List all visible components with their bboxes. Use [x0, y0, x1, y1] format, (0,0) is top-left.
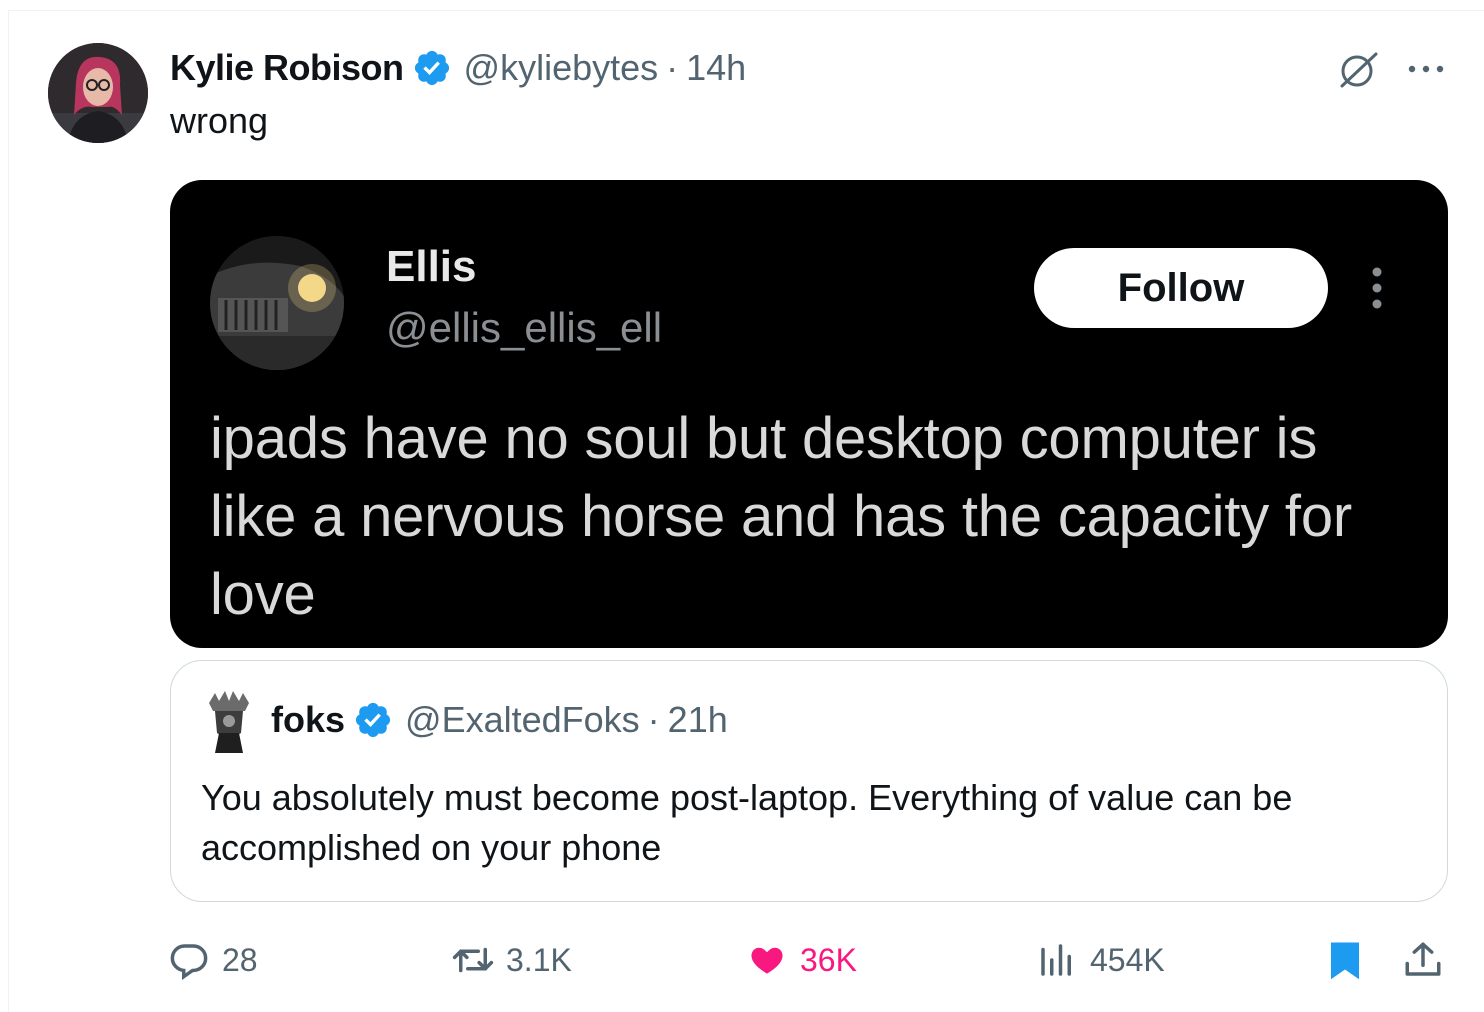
- verified-badge-icon[interactable]: [412, 48, 452, 88]
- quote-verified-badge-icon: [355, 702, 391, 738]
- media-author-name: Ellis: [386, 242, 477, 291]
- quoted-tweet[interactable]: foks @ExaltedFoks · 21h You absolutely m…: [170, 660, 1448, 902]
- media-author-handle: @ellis_ellis_ell: [386, 304, 663, 351]
- like-button[interactable]: 36K: [746, 934, 857, 986]
- quote-author-handle: @ExaltedFoks: [405, 699, 640, 740]
- quote-post-time: 21h: [667, 699, 728, 740]
- author-name[interactable]: Kylie Robison: [170, 47, 404, 89]
- reply-button[interactable]: 28: [168, 934, 258, 986]
- bookmark-icon: [1331, 942, 1359, 980]
- media-vertical-dots-icon: [1372, 267, 1382, 309]
- share-button[interactable]: [1402, 934, 1444, 986]
- heart-icon: [751, 947, 783, 974]
- media-author-avatar: [210, 236, 344, 370]
- quote-header: foks @ExaltedFoks · 21h: [271, 699, 728, 741]
- quote-text: You absolutely must become post-laptop. …: [201, 777, 1293, 868]
- quote-author-name: foks: [271, 699, 346, 740]
- post-time[interactable]: 14h: [686, 47, 746, 89]
- media-follow-button: Follow: [1034, 248, 1328, 328]
- author-handle[interactable]: @kyliebytes: [464, 47, 659, 89]
- tweet-media-image[interactable]: Ellis @ellis_ellis_ell Follow ipads have…: [170, 180, 1448, 648]
- repost-count: 3.1K: [506, 941, 572, 978]
- action-bar: 28 3.1K 36K 454K: [168, 934, 1450, 986]
- views-count: 454K: [1090, 941, 1165, 978]
- analytics-bars-icon: [1041, 944, 1071, 976]
- separator-dot: ·: [666, 47, 679, 88]
- bookmark-button[interactable]: [1324, 934, 1366, 986]
- reply-icon: [170, 944, 208, 980]
- quote-author-avatar[interactable]: [205, 689, 253, 753]
- views-button[interactable]: 454K: [1036, 934, 1165, 986]
- author-avatar[interactable]: [48, 43, 148, 143]
- grok-icon[interactable]: [1336, 50, 1382, 90]
- media-post-text: ipads have no soul but desktop computer …: [210, 406, 1352, 627]
- avatar-photo: [48, 43, 148, 143]
- reply-count: 28: [222, 941, 258, 978]
- share-icon: [1405, 942, 1441, 976]
- repost-icon: [452, 947, 494, 973]
- more-icon[interactable]: [1404, 52, 1448, 86]
- tweet-text: wrong: [170, 100, 269, 141]
- like-count: 36K: [800, 941, 857, 978]
- repost-button[interactable]: 3.1K: [452, 934, 572, 986]
- tweet-header: Kylie Robison @kyliebytes · 14h: [170, 44, 746, 92]
- quote-separator-dot: ·: [647, 699, 660, 740]
- car-headlight-photo: [210, 236, 344, 370]
